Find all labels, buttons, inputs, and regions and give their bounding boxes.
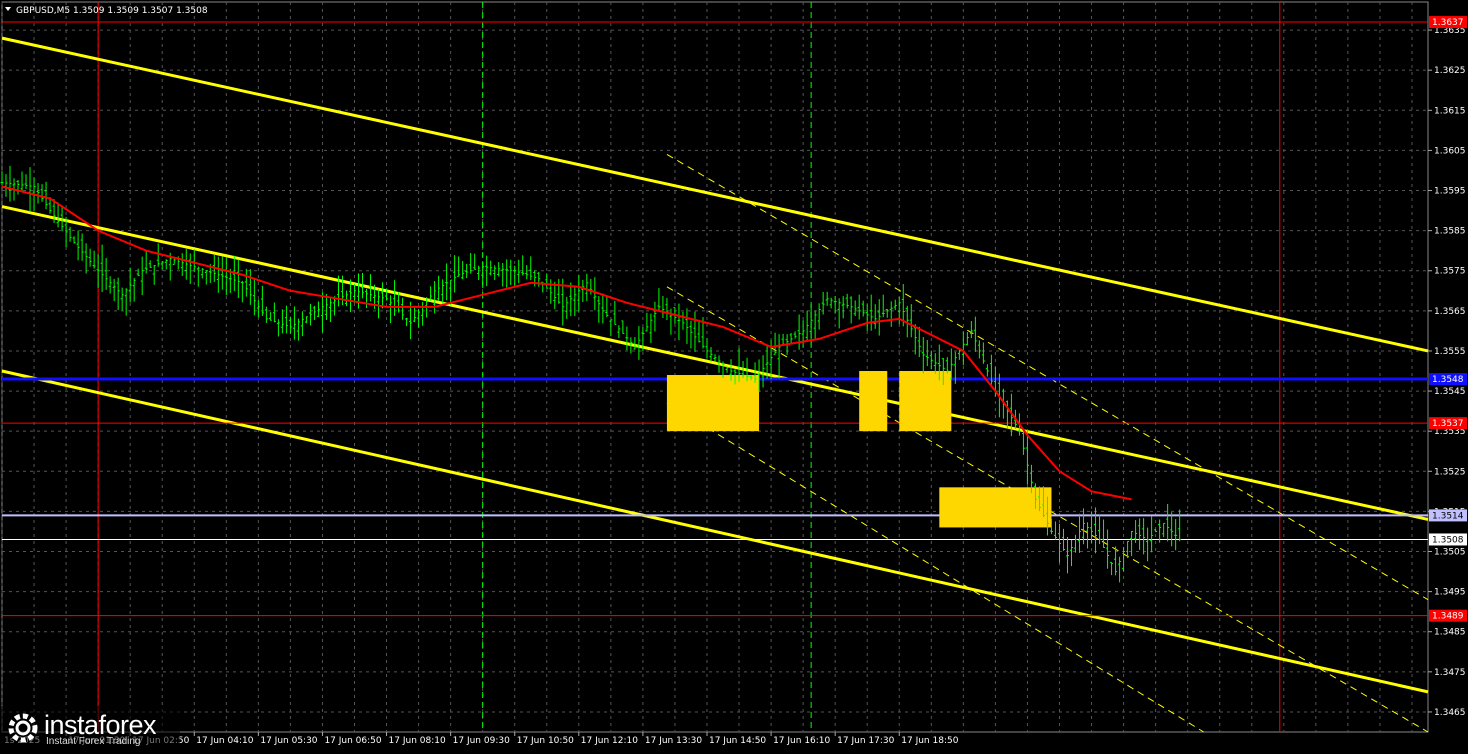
x-tick-label: 17 Jun 12:10 — [581, 736, 638, 746]
x-tick-label: 17 Jun 09:30 — [453, 736, 510, 746]
x-tick-label: 17 Jun 04:10 — [196, 736, 253, 746]
y-tick-label: 1.3525 — [1434, 467, 1466, 477]
gear-icon — [8, 713, 38, 743]
y-tick-label: 1.3565 — [1434, 307, 1466, 317]
broker-logo: instaforex Instant Forex Trading — [0, 706, 180, 750]
signal-box — [859, 371, 888, 432]
level-label: 1.3537 — [1432, 419, 1464, 429]
y-tick-label: 1.3605 — [1434, 146, 1466, 156]
level-label: 1.3514 — [1432, 511, 1464, 521]
x-tick-label: 17 Jun 17:30 — [837, 736, 894, 746]
x-tick-label: 17 Jun 10:50 — [517, 736, 574, 746]
x-tick-label: 17 Jun 08:10 — [389, 736, 446, 746]
price-chart[interactable]: 1.3635 1.3625 1.3615 1.3605 1.3595 1.3585 1.35… — [0, 0, 1468, 750]
y-tick-label: 1.3545 — [1434, 387, 1466, 397]
level-label: 1.3548 — [1432, 375, 1464, 385]
y-tick-label: 1.3575 — [1434, 267, 1466, 277]
level-label: 1.3637 — [1432, 18, 1464, 28]
logo-tagline: Instant Forex Trading — [46, 736, 141, 747]
x-tick-label: 17 Jun 16:10 — [773, 736, 830, 746]
y-tick-label: 1.3475 — [1434, 668, 1466, 678]
symbol-header: GBPUSD,M5 1.3509 1.3509 1.3507 1.3508 — [16, 6, 208, 16]
x-tick-label: 17 Jun 13:30 — [645, 736, 702, 746]
x-tick-label: 17 Jun 18:50 — [901, 736, 958, 746]
y-tick-label: 1.3555 — [1434, 347, 1466, 357]
y-tick-label: 1.3615 — [1434, 106, 1466, 116]
y-tick-label: 1.3485 — [1434, 628, 1466, 638]
signal-box — [939, 487, 1052, 528]
y-tick-label: 1.3495 — [1434, 588, 1466, 598]
y-tick-label: 1.3465 — [1434, 708, 1466, 718]
x-tick-label: 17 Jun 14:50 — [709, 736, 766, 746]
y-tick-label: 1.3585 — [1434, 227, 1466, 237]
chart-canvas[interactable]: 1.36351.36251.36151.36051.35951.35851.35… — [0, 0, 1468, 750]
level-label: 1.3508 — [1432, 535, 1464, 545]
x-tick-label: 17 Jun 05:30 — [260, 736, 317, 746]
level-label: 1.3489 — [1432, 612, 1464, 622]
x-tick-label: 17 Jun 06:50 — [324, 736, 381, 746]
y-tick-label: 1.3595 — [1434, 187, 1466, 197]
y-tick-label: 1.3625 — [1434, 66, 1466, 76]
signal-box — [666, 375, 760, 432]
y-tick-label: 1.3505 — [1434, 548, 1466, 558]
